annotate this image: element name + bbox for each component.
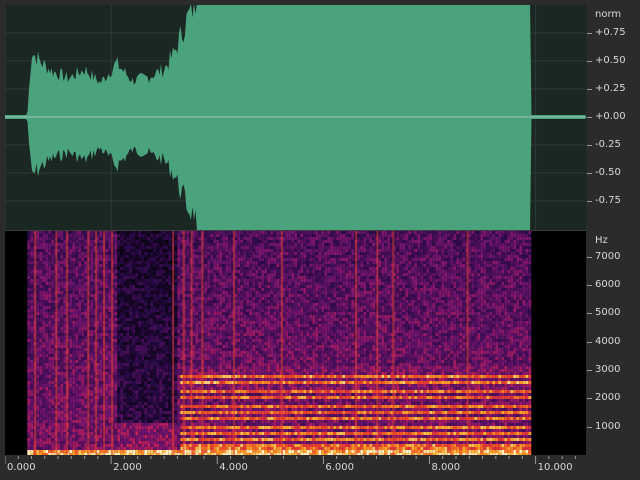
amplitude-tick-label: -0.75 — [595, 195, 621, 206]
frequency-tick — [587, 398, 592, 400]
frequency-tick-label: 3000 — [595, 363, 621, 375]
transient-streak — [355, 231, 358, 455]
frequency-tick — [587, 284, 592, 286]
frequency-tick — [587, 256, 592, 258]
amplitude-tick-label: +0.75 — [595, 27, 626, 38]
transient-streak — [233, 231, 236, 455]
frequency-tick-label: 4000 — [595, 335, 621, 347]
spectrogram-cells — [27, 231, 532, 455]
transient-streak — [111, 231, 114, 455]
amplitude-tick — [587, 33, 592, 34]
transient-streak — [87, 231, 90, 455]
time-tick-label: 0.000 — [7, 462, 36, 473]
time-tick-label: 8.000 — [431, 462, 461, 473]
frequency-unit-label: Hz — [595, 235, 608, 246]
transient-streak — [55, 231, 58, 455]
time-ruler[interactable]: 0.000 2.000 4.000 6.000 8.000 10.000 — [5, 456, 586, 480]
waveform-display[interactable] — [5, 5, 586, 230]
amplitude-tick — [587, 145, 592, 146]
amplitude-tick — [587, 117, 592, 118]
frequency-tick-label: 6000 — [595, 278, 621, 290]
amplitude-tick-label: -0.25 — [595, 139, 621, 150]
audio-editor: norm +0.75 +0.50 +0.25 +0.00 -0.25 -0.50 -0.75… — [0, 0, 640, 480]
transient-streak — [103, 231, 106, 455]
spectrogram-panel[interactable] — [5, 231, 586, 455]
transient-streak — [466, 231, 469, 455]
transient-streak — [34, 231, 37, 455]
time-tick-label: 2.000 — [113, 462, 142, 473]
amplitude-tick — [587, 89, 592, 90]
frequency-tick-label: 7000 — [595, 250, 621, 262]
transient-streak — [95, 231, 98, 455]
ruler-corner — [587, 456, 640, 480]
amplitude-tick-label: -0.50 — [595, 167, 621, 178]
frequency-tick-label: 1000 — [595, 420, 621, 432]
transient-streak — [190, 231, 193, 455]
amplitude-tick — [587, 201, 592, 202]
time-tick-label: 4.000 — [219, 462, 248, 473]
transient-streak — [172, 231, 175, 455]
amplitude-tick-label: +0.50 — [595, 55, 626, 66]
amplitude-unit-label: norm — [595, 9, 622, 20]
waveform-panel[interactable] — [5, 5, 586, 230]
amplitude-tick — [587, 61, 592, 62]
transient-streak — [376, 231, 379, 455]
frequency-tick-label: 2000 — [595, 392, 621, 404]
amplitude-tick — [587, 173, 592, 174]
transient-streak — [201, 231, 204, 455]
amplitude-ruler: norm +0.75 +0.50 +0.25 +0.00 -0.25 -0.50 -0.75 — [587, 5, 640, 230]
amplitude-tick-label: +0.00 — [595, 111, 626, 122]
frequency-tick — [587, 313, 592, 315]
time-tick-label: 6.000 — [325, 462, 354, 473]
time-tick-label: 10.000 — [537, 462, 573, 473]
frequency-tick — [587, 369, 592, 371]
frequency-tick-label: 5000 — [595, 307, 621, 319]
transient-streak — [66, 231, 69, 455]
transient-streak — [280, 231, 283, 455]
frequency-tick — [587, 426, 592, 428]
transient-streak — [182, 231, 185, 455]
amplitude-tick-label: +0.25 — [595, 83, 626, 94]
frequency-tick — [587, 341, 592, 343]
transient-streak — [392, 231, 395, 455]
spectrogram-display[interactable] — [5, 231, 586, 455]
frequency-ruler: Hz 7000 6000 5000 4000 3000 2000 1000 — [587, 231, 640, 455]
